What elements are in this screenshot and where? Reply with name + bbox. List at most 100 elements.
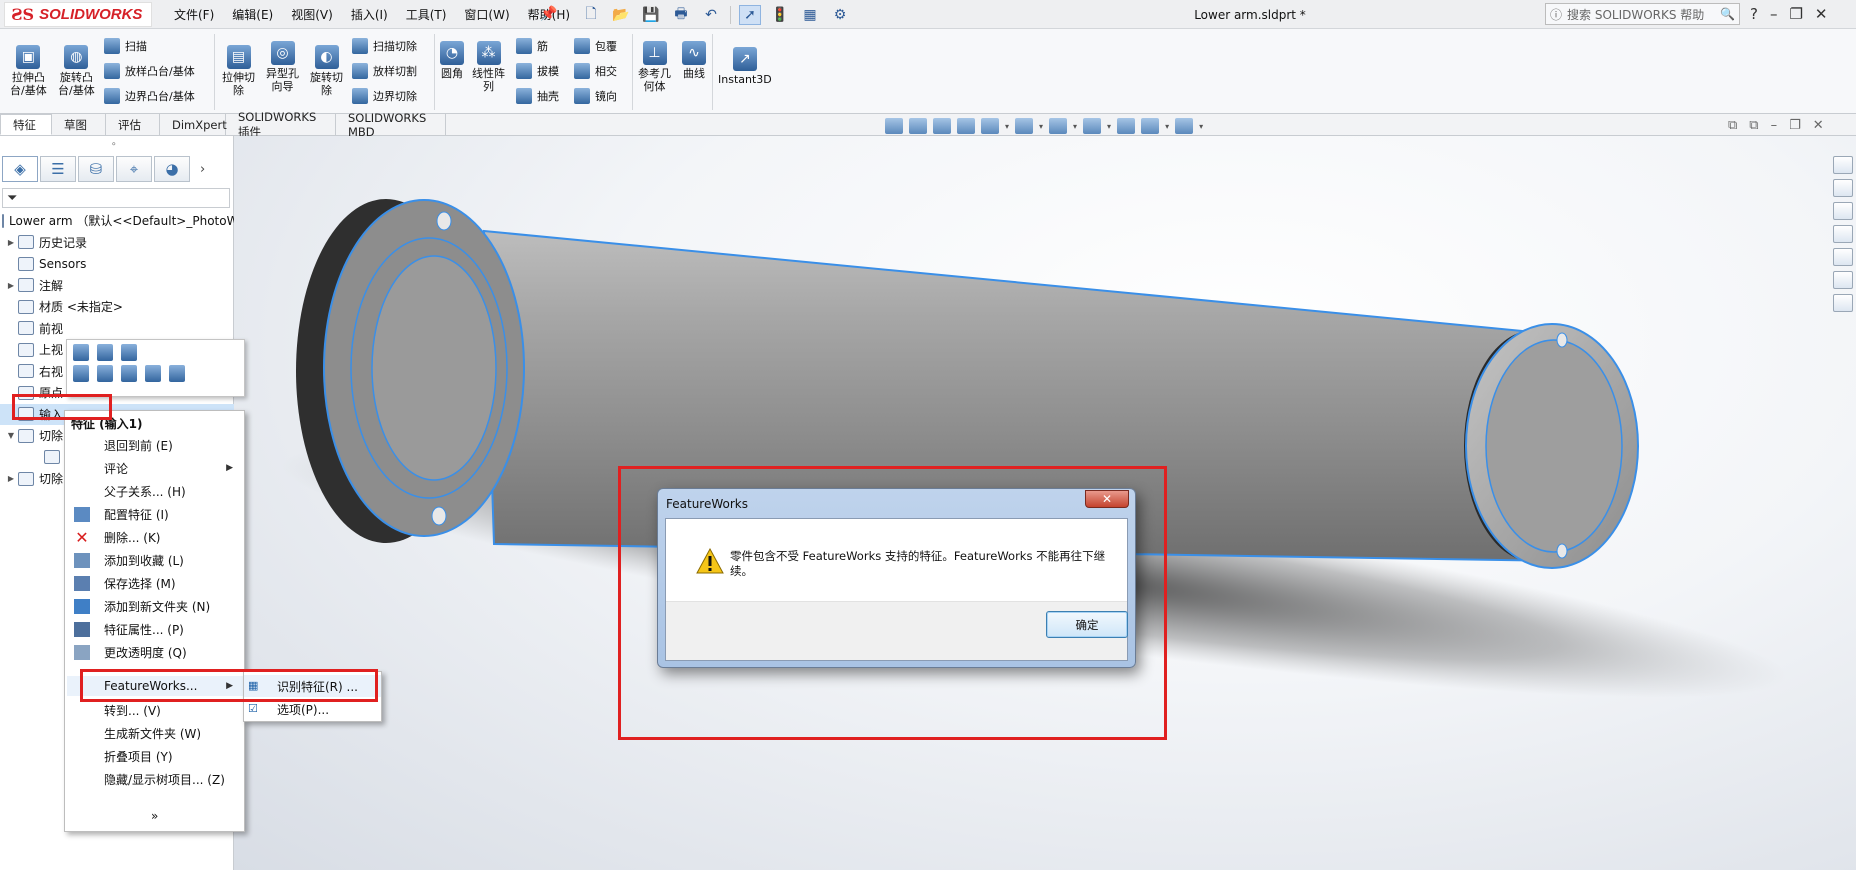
dropdown-arrow-icon[interactable]: ▾: [1005, 122, 1009, 131]
expand-arrow-icon[interactable]: ▶: [4, 238, 18, 247]
menu-item-collapse-items[interactable]: 折叠项目 (Y): [67, 746, 243, 766]
menu-insert[interactable]: 插入(I): [349, 4, 390, 25]
zoom-to-fit-icon[interactable]: [885, 118, 903, 134]
menu-item-parent-child[interactable]: 父子关系... (H): [67, 481, 243, 501]
dynamic-annotation-icon[interactable]: [981, 118, 999, 134]
viewport-expand-icon[interactable]: ⧉: [1749, 118, 1758, 133]
options-gear-icon[interactable]: ⚙: [829, 5, 851, 25]
menu-item-add-new-folder[interactable]: 添加到新文件夹 (N): [67, 596, 243, 616]
custom-properties-icon[interactable]: [1833, 271, 1853, 289]
loft-boss-button[interactable]: 放样凸台/基体: [104, 63, 195, 79]
hide-icon[interactable]: [73, 365, 89, 382]
menu-item-save-selection[interactable]: 保存选择 (M): [67, 573, 243, 593]
menu-window[interactable]: 窗口(W): [462, 4, 511, 25]
save-icon[interactable]: 💾: [640, 5, 662, 25]
view-orientation-icon[interactable]: [1015, 118, 1034, 134]
file-explorer-icon[interactable]: [1833, 202, 1853, 220]
menu-tools[interactable]: 工具(T): [404, 4, 449, 25]
edit-feature-icon[interactable]: [73, 344, 89, 361]
boundary-boss-button[interactable]: 边界凸台/基体: [104, 88, 195, 104]
sweep-button[interactable]: 扫描: [104, 38, 147, 54]
ok-button[interactable]: 确定: [1046, 611, 1128, 638]
wrap-button[interactable]: 包覆: [574, 38, 617, 54]
menu-item-add-favorite[interactable]: 添加到收藏 (L): [67, 550, 243, 570]
solidworks-logo[interactable]: ƧS SOLIDWORKS: [4, 2, 152, 27]
tab-sketch[interactable]: 草图: [52, 114, 106, 135]
new-document-icon[interactable]: 🗋: [580, 5, 602, 25]
tree-item-material[interactable]: 材质 <未指定>: [0, 296, 234, 318]
viewport-minimize-icon[interactable]: –: [1771, 118, 1778, 133]
rebuild-icon[interactable]: 🚦: [769, 5, 791, 25]
display-style-icon[interactable]: [1049, 118, 1068, 134]
help-search-box[interactable]: ⓘ 搜索 SOLIDWORKS 帮助 🔍: [1545, 3, 1740, 25]
section-view-icon[interactable]: [957, 118, 975, 134]
normal-to-icon[interactable]: [121, 365, 137, 382]
close-window-button[interactable]: ✕: [1815, 5, 1828, 23]
expand-arrow-icon[interactable]: ▶: [4, 474, 18, 483]
tab-evaluate[interactable]: 评估: [106, 114, 160, 135]
view-palette-icon[interactable]: [1833, 225, 1853, 243]
hole-wizard-button[interactable]: ◎ 异型孔 向导: [266, 41, 299, 93]
hide-show-items-icon[interactable]: [1083, 118, 1102, 134]
shell-button[interactable]: 抽壳: [516, 88, 559, 104]
dropdown-arrow-icon[interactable]: ▾: [1039, 122, 1043, 131]
viewport-close-icon[interactable]: ✕: [1813, 118, 1824, 133]
expand-arrow-icon[interactable]: ▶: [4, 281, 18, 290]
menu-item-configure-feature[interactable]: 配置特征 (I): [67, 504, 243, 524]
tab-solidworks-mbd[interactable]: SOLIDWORKS MBD: [336, 111, 446, 139]
lofted-cut-button[interactable]: 放样切割: [352, 63, 417, 79]
feature-manager-tab-icon[interactable]: ◈: [2, 156, 38, 182]
dialog-close-button[interactable]: ✕: [1085, 490, 1129, 508]
appearance-icon[interactable]: [145, 365, 161, 382]
dimxpert-manager-tab-icon[interactable]: ⌖: [116, 156, 152, 182]
file-properties-icon[interactable]: ▦: [799, 5, 821, 25]
viewport-collapse-icon[interactable]: ⧉: [1728, 118, 1737, 133]
tab-dimxpert[interactable]: DimXpert: [160, 114, 227, 135]
color-palette-icon[interactable]: [169, 365, 185, 382]
menu-item-comment[interactable]: 评论 ▶: [67, 458, 243, 478]
swept-cut-button[interactable]: 扫描切除: [352, 38, 417, 54]
tree-item-front-plane[interactable]: 前视: [0, 318, 234, 340]
solidworks-resources-icon[interactable]: [1833, 156, 1853, 174]
rib-button[interactable]: 筋: [516, 38, 548, 54]
extrude-cut-button[interactable]: ▤ 拉伸切 除: [222, 45, 255, 97]
apply-scene-icon[interactable]: [1141, 118, 1160, 134]
tree-root[interactable]: Lower arm （默认<<Default>_PhotoW: [0, 210, 234, 232]
curves-button[interactable]: ∿ 曲线: [682, 41, 706, 80]
menu-item-hide-show-tree[interactable]: 隐藏/显示树项目... (Z): [67, 769, 243, 789]
dropdown-arrow-icon[interactable]: ▾: [1165, 122, 1169, 131]
display-manager-tab-icon[interactable]: ◕: [154, 156, 190, 182]
boundary-cut-button[interactable]: 边界切除: [352, 88, 417, 104]
undo-arrow-icon[interactable]: [121, 344, 137, 361]
tree-filter[interactable]: ⏷: [2, 188, 230, 208]
menu-item-feature-properties[interactable]: 特征属性... (P): [67, 619, 243, 639]
menu-item-change-transparency[interactable]: 更改透明度 (Q): [67, 642, 243, 662]
panel-grip-icon[interactable]: ⚬: [110, 140, 118, 150]
tree-item-history[interactable]: ▶ 历史记录: [0, 232, 234, 254]
menu-view[interactable]: 视图(V): [289, 4, 335, 25]
rollback-icon[interactable]: [97, 344, 113, 361]
reference-geometry-button[interactable]: ⊥ 参考几 何体: [638, 41, 671, 93]
design-library-icon[interactable]: [1833, 179, 1853, 197]
edit-appearance-icon[interactable]: [1117, 118, 1136, 134]
restore-button[interactable]: ❐: [1789, 5, 1802, 23]
fillet-button[interactable]: ◔ 圆角: [440, 41, 464, 80]
dropdown-arrow-icon[interactable]: ▾: [1199, 122, 1203, 131]
menu-item-go-to[interactable]: 转到... (V): [67, 700, 243, 720]
tree-item-sensors[interactable]: Sensors: [0, 253, 234, 275]
chevron-right-icon[interactable]: ›: [200, 162, 205, 177]
menu-expand-more[interactable]: »: [67, 806, 243, 826]
draft-button[interactable]: 拔模: [516, 63, 559, 79]
property-manager-tab-icon[interactable]: ☰: [40, 156, 76, 182]
revolve-cut-button[interactable]: ◐ 旋转切 除: [310, 45, 343, 97]
tab-solidworks-addins[interactable]: SOLIDWORKS 插件: [226, 110, 336, 139]
viewport-restore-icon[interactable]: ❐: [1789, 118, 1801, 133]
dropdown-arrow-icon[interactable]: ▾: [1073, 122, 1077, 131]
pin-icon[interactable]: 📌: [540, 6, 557, 22]
minimize-button[interactable]: –: [1770, 5, 1778, 23]
appearances-icon[interactable]: [1833, 248, 1853, 266]
extrude-boss-button[interactable]: ▣ 拉伸凸 台/基体: [10, 45, 47, 97]
forum-icon[interactable]: [1833, 294, 1853, 312]
collapse-arrow-icon[interactable]: ▼: [4, 431, 18, 440]
tab-features[interactable]: 特征: [0, 114, 52, 135]
